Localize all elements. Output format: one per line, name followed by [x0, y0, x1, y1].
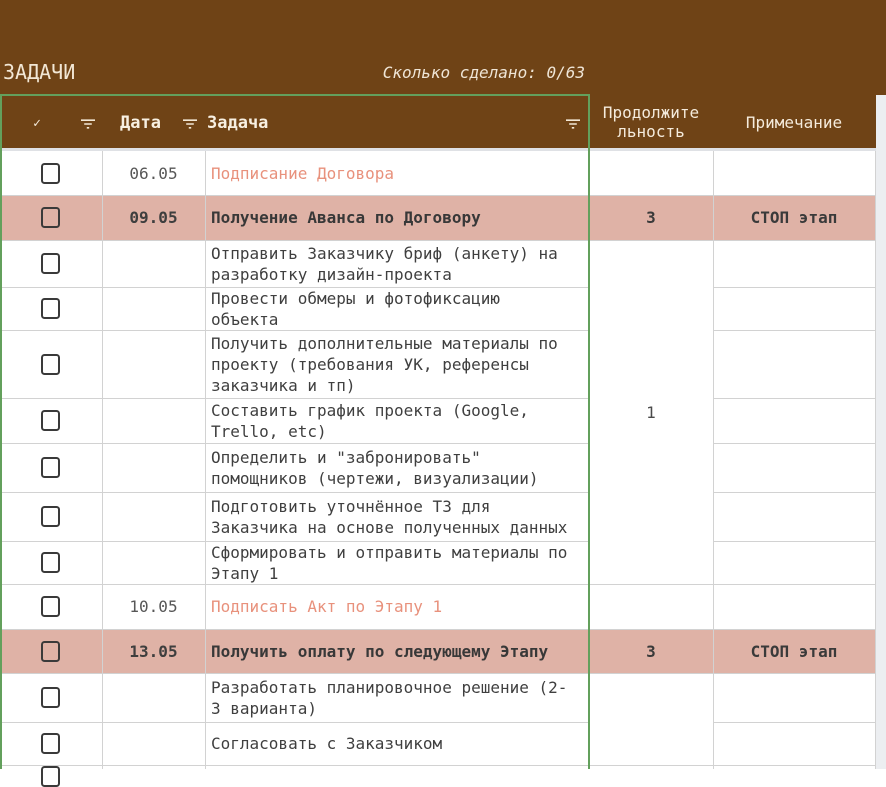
row-border	[713, 722, 876, 723]
row-task-cell[interactable]: Согласовать с Заказчиком	[211, 722, 571, 765]
row-border	[713, 398, 876, 399]
row-checkbox[interactable]	[41, 552, 60, 573]
row-task-cell[interactable]: Получить дополнительные материалы по про…	[211, 330, 571, 398]
row-border	[589, 765, 713, 766]
row-task-cell[interactable]: Отправить Заказчику бриф (анкету) на раз…	[211, 240, 571, 287]
row-border	[713, 287, 876, 288]
row-border	[713, 443, 876, 444]
row-date-cell[interactable]: 06.05	[102, 151, 205, 195]
row-border	[713, 541, 876, 542]
row-note-cell[interactable]: СТОП этап	[713, 629, 875, 673]
row-task-cell[interactable]: Получение Аванса по Договору	[211, 195, 571, 240]
row-checkbox[interactable]	[41, 687, 60, 708]
row-task-cell[interactable]: Получить оплату по следующему Этапу	[211, 629, 571, 673]
row-task-cell[interactable]: Подписание Договора	[211, 151, 571, 195]
row-date-cell[interactable]: 10.05	[102, 584, 205, 629]
column-border	[713, 151, 714, 769]
row-border	[589, 584, 713, 585]
row-checkbox[interactable]	[41, 163, 60, 184]
row-task-cell[interactable]: Разработать планировочное решение (2-3 в…	[211, 673, 571, 722]
row-border	[713, 584, 876, 585]
row-checkbox[interactable]	[41, 733, 60, 754]
row-checkbox[interactable]	[41, 354, 60, 375]
row-checkbox[interactable]	[41, 506, 60, 527]
duration-merged-value[interactable]: 1	[589, 401, 713, 423]
row-task-cell[interactable]: Составить график проекта (Google, Trello…	[211, 398, 571, 443]
row-border	[713, 765, 876, 766]
task-table-body: 06.05Подписание Договора09.05Получение А…	[0, 0, 886, 769]
row-duration-cell[interactable]: 3	[589, 629, 713, 673]
row-border	[713, 240, 876, 241]
row-task-cell[interactable]: Подписать Акт по Этапу 1	[211, 584, 571, 629]
row-border	[713, 330, 876, 331]
row-checkbox[interactable]	[41, 207, 60, 228]
row-task-cell[interactable]: Провести обмеры и фотофиксацию объекта	[211, 287, 571, 330]
row-checkbox[interactable]	[41, 298, 60, 319]
column-border	[102, 151, 103, 769]
row-border	[713, 492, 876, 493]
row-task-cell[interactable]: Подготовить уточнённое ТЗ для Заказчика …	[211, 492, 571, 541]
row-duration-cell[interactable]: 3	[589, 195, 713, 240]
row-date-cell[interactable]: 13.05	[102, 629, 205, 673]
row-border	[589, 673, 713, 674]
row-border	[589, 240, 713, 241]
row-task-cell[interactable]: Определить и "забронировать" помощников …	[211, 443, 571, 492]
row-checkbox[interactable]	[41, 457, 60, 478]
row-note-cell[interactable]: СТОП этап	[713, 195, 875, 240]
row-border	[713, 673, 876, 674]
row-border	[0, 765, 589, 766]
row-date-cell[interactable]: 09.05	[102, 195, 205, 240]
row-checkbox[interactable]	[41, 253, 60, 274]
row-task-cell[interactable]: Сформировать и отправить материалы по Эт…	[211, 541, 571, 584]
row-checkbox[interactable]	[41, 596, 60, 617]
row-checkbox[interactable]	[41, 766, 60, 787]
row-checkbox[interactable]	[41, 410, 60, 431]
scrollbar-track[interactable]	[876, 95, 886, 769]
column-border	[205, 151, 206, 769]
row-checkbox[interactable]	[41, 641, 60, 662]
